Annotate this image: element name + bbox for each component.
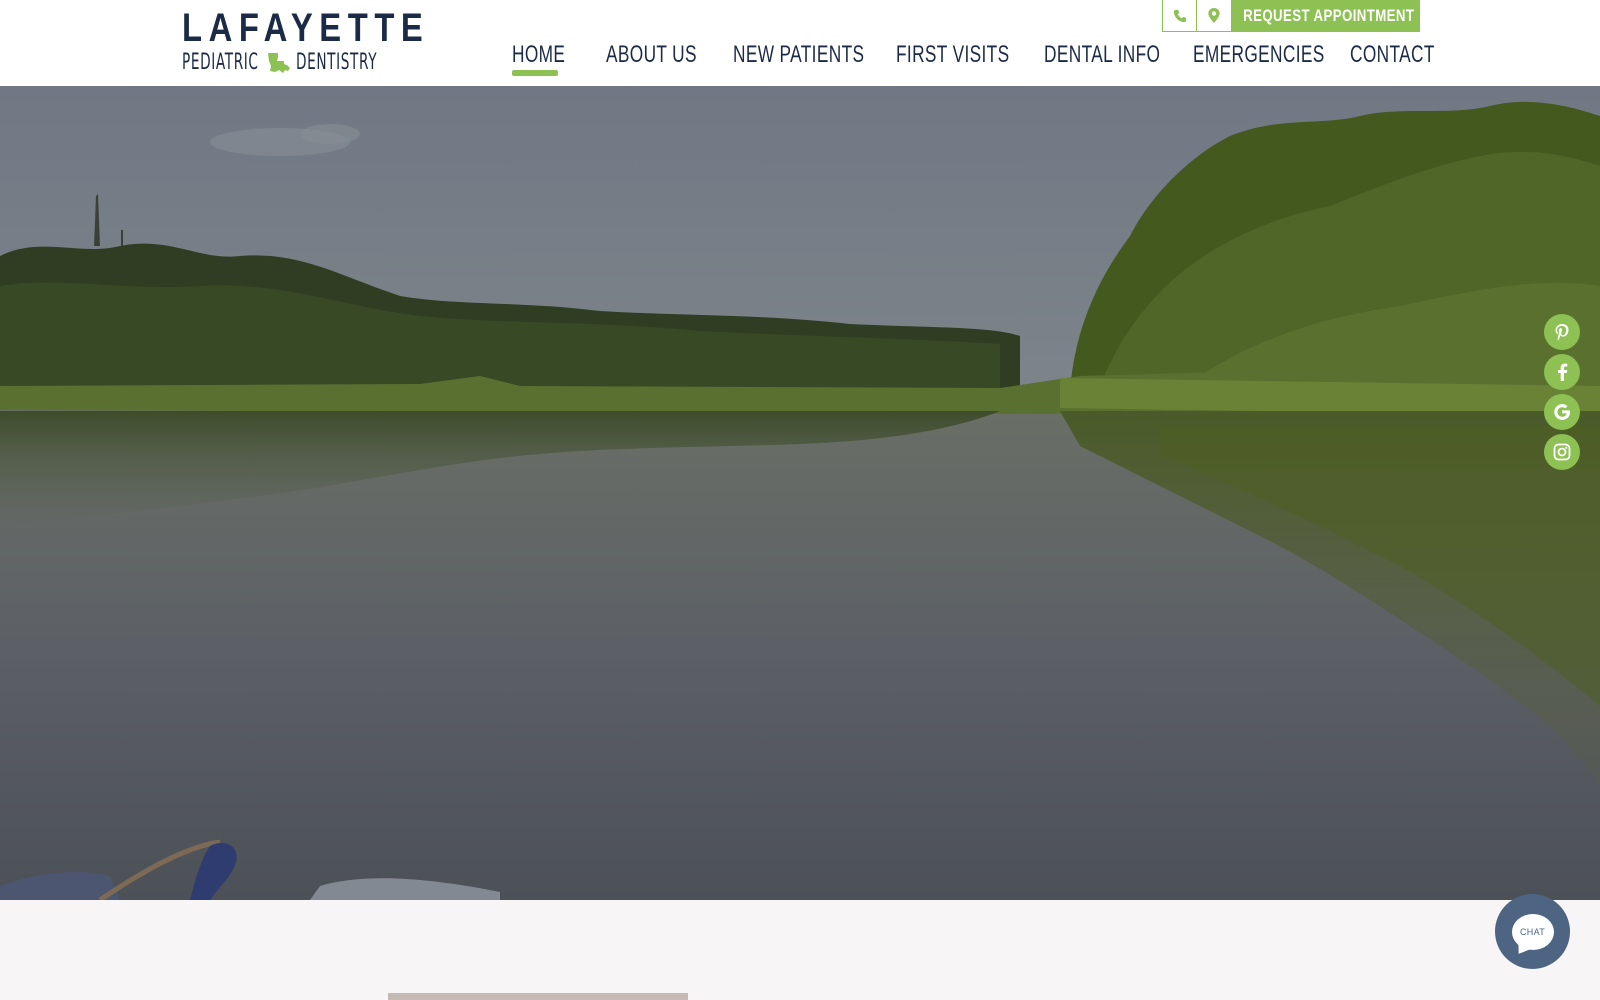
logo-word-pediatric: PEDIATRIC (182, 50, 259, 75)
nav-item-contact[interactable]: CONTACT (1350, 40, 1468, 80)
nav-label-first-visits: FIRST VISITS (896, 41, 1010, 68)
nav-item-new-patients[interactable]: NEW PATIENTS (733, 40, 915, 80)
nav-item-emergencies[interactable]: EMERGENCIES (1193, 40, 1376, 80)
phone-button[interactable] (1162, 0, 1197, 32)
chat-bubble-icon: CHAT (1511, 913, 1554, 950)
nav-label-emergencies: EMERGENCIES (1193, 41, 1325, 68)
logo-word-dentistry: DENTISTRY (296, 50, 378, 75)
logo-wordmark-top: LAFAYETTE (182, 6, 430, 50)
social-links (1544, 314, 1580, 474)
request-appointment-label: REQUEST APPOINTMENT (1243, 6, 1415, 25)
nav-label-home: HOME (512, 41, 566, 68)
chat-label: CHAT (1519, 926, 1546, 937)
pinterest-link[interactable] (1544, 314, 1580, 350)
chat-widget-button[interactable]: CHAT (1495, 894, 1570, 969)
river-landscape-photo (0, 86, 1600, 900)
pinterest-icon (1555, 324, 1569, 341)
nav-active-indicator (512, 70, 558, 76)
request-appointment-button[interactable]: REQUEST APPOINTMENT (1232, 0, 1420, 32)
instagram-link[interactable] (1544, 434, 1580, 470)
google-link[interactable] (1544, 394, 1580, 430)
map-pin-icon (1208, 8, 1220, 23)
facebook-icon (1558, 363, 1568, 381)
phone-icon (1173, 9, 1186, 22)
location-button[interactable] (1197, 0, 1232, 32)
google-icon (1554, 404, 1571, 420)
nav-item-first-visits[interactable]: FIRST VISITS (896, 40, 1054, 80)
content-section (0, 900, 1600, 1000)
nav-item-about-us[interactable]: ABOUT US (606, 40, 732, 80)
content-photo (388, 993, 688, 1000)
site-logo[interactable]: LAFAYETTE PEDIATRIC DENTISTRY (182, 6, 430, 78)
logo-wordmark-bottom: PEDIATRIC DENTISTRY (182, 51, 384, 75)
nav-item-home[interactable]: HOME (512, 40, 586, 80)
instagram-icon (1553, 443, 1571, 461)
nav-label-about-us: ABOUT US (606, 41, 697, 68)
nav-label-new-patients: NEW PATIENTS (733, 41, 865, 68)
nav-item-dental-info[interactable]: DENTAL INFO (1044, 40, 1206, 80)
nav-label-dental-info: DENTAL INFO (1044, 41, 1161, 68)
louisiana-state-icon (268, 53, 290, 73)
facebook-link[interactable] (1544, 354, 1580, 390)
nav-label-contact: CONTACT (1350, 41, 1435, 68)
utility-bar: REQUEST APPOINTMENT (1162, 0, 1420, 32)
hero-image (0, 86, 1600, 900)
site-header: LAFAYETTE PEDIATRIC DENTISTRY REQUEST AP… (0, 0, 1600, 86)
